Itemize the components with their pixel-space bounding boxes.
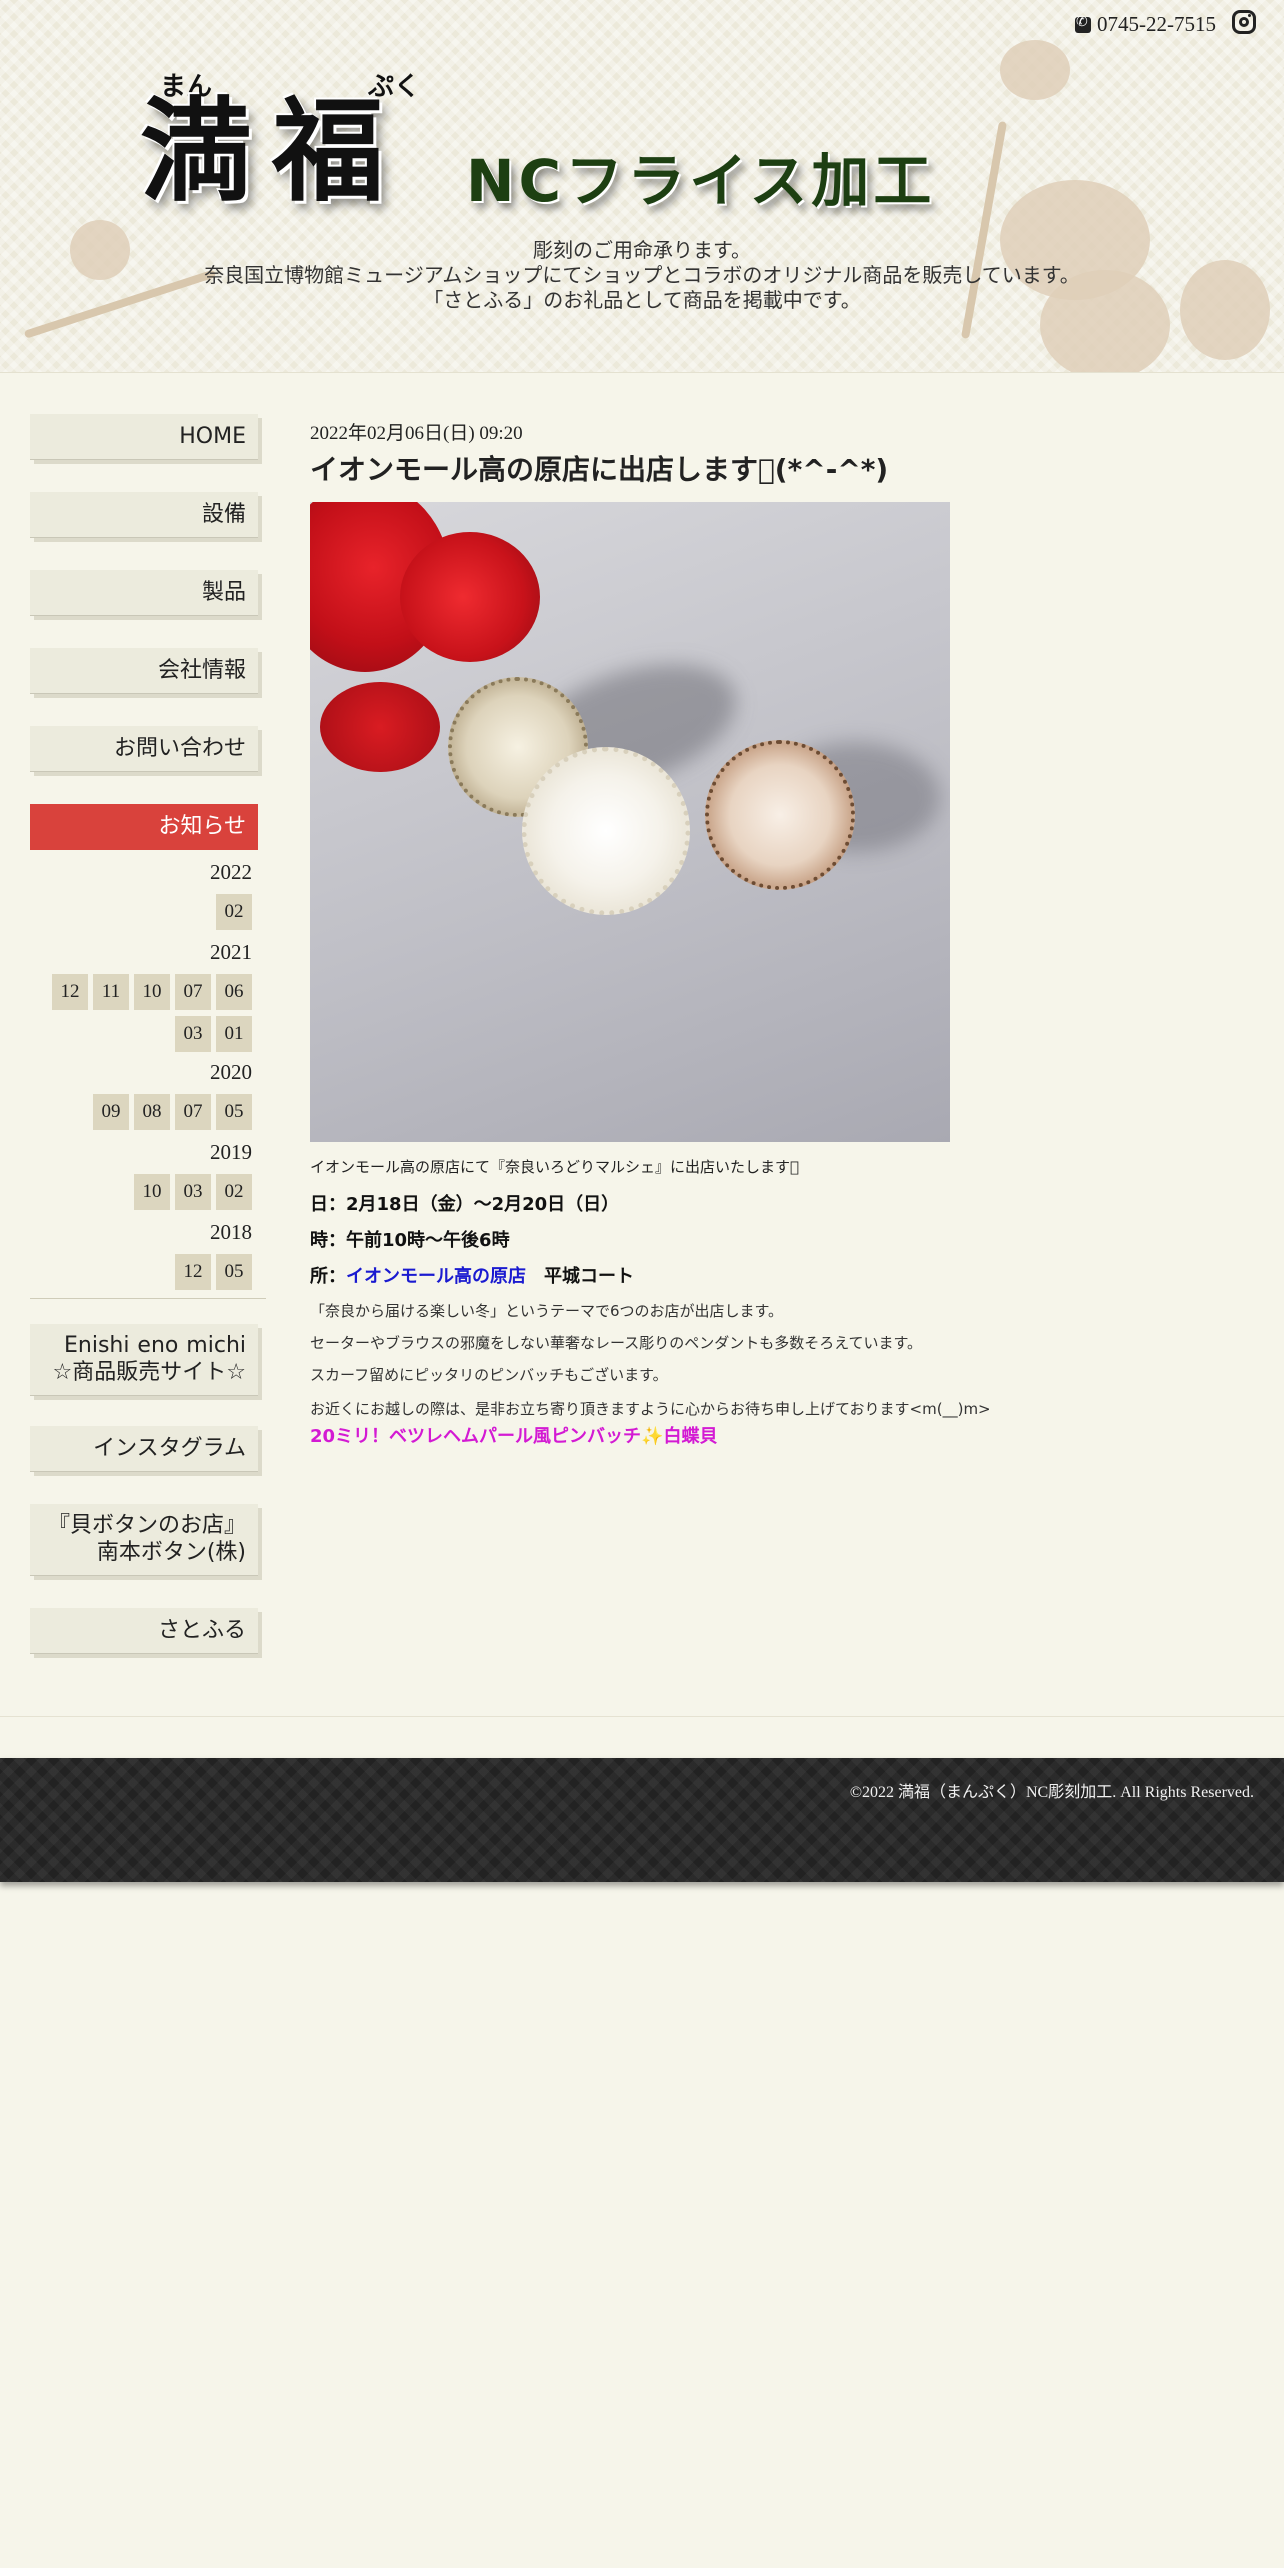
post-body-line: スカーフ留めにピッタリのピンバッチもございます。: [310, 1366, 668, 1384]
archive-month[interactable]: 12: [52, 974, 88, 1010]
nav-contact[interactable]: お問い合わせ: [30, 726, 258, 772]
link-minamimoto-button[interactable]: 『貝ボタンのお店』 南本ボタン(株): [30, 1504, 258, 1576]
post-body-line: 「奈良から届ける楽しい冬」というテーマで6つのお店が出店します。: [310, 1302, 784, 1320]
logo-main[interactable]: 満福: [140, 96, 404, 208]
phone-number[interactable]: 0745-22-7515: [1075, 12, 1216, 37]
archive-year: 2021: [210, 940, 252, 964]
event-time: 時：午前10時～午後6時: [310, 1226, 510, 1252]
tagline-line: 「さとふる」のお礼品として商品を掲載中です。: [423, 288, 861, 312]
event-date: 日：2月18日（金）～2月20日（日）: [310, 1190, 619, 1216]
site-header: 0745-22-7515 まん ぷく 満福 NCフライス加工 彫刻のご用命承りま…: [0, 0, 1284, 373]
event-time-value: 午前10時～午後6時: [346, 1230, 510, 1251]
instagram-icon[interactable]: [1232, 10, 1256, 34]
event-date-value: 2月18日（金）～2月20日（日）: [346, 1194, 620, 1215]
event-time-label: 時：: [310, 1230, 346, 1251]
event-date-label: 日：: [310, 1194, 346, 1215]
archive-month[interactable]: 02: [216, 894, 252, 930]
nav-home[interactable]: HOME: [30, 414, 258, 460]
archive-month[interactable]: 05: [216, 1254, 252, 1290]
archive-month[interactable]: 08: [134, 1094, 170, 1130]
link-minamimoto-line2: 南本ボタン(株): [96, 1540, 246, 1565]
event-place: 所：イオンモール高の原店 平城コート: [310, 1262, 634, 1288]
copyright: ©2022 満福（まんぷく）NC彫刻加工. All Rights Reserve…: [849, 1784, 1254, 1801]
pin-badge-image: [705, 740, 855, 890]
event-place-link[interactable]: イオンモール高の原店: [346, 1266, 526, 1287]
tagline-line: 奈良国立博物館ミュージアムショップにてショップとコラボのオリジナル商品を販売して…: [204, 263, 1080, 287]
tagline-line: 彫刻のご用命承ります。: [533, 238, 751, 262]
phone-text: 0745-22-7515: [1097, 12, 1216, 36]
archive-months: 03 01: [175, 1016, 252, 1052]
nav-equipment[interactable]: 設備: [30, 492, 258, 538]
archive-month[interactable]: 05: [216, 1094, 252, 1130]
archive-month[interactable]: 02: [216, 1174, 252, 1210]
archive-year: 2018: [210, 1220, 252, 1244]
post-date: 2022年02月06日(日) 09:20: [310, 423, 523, 444]
product-photo: [310, 502, 950, 1142]
pin-badge-image: [522, 747, 690, 915]
phone-icon: [1075, 14, 1091, 33]
link-enishi[interactable]: Enishi eno michi ☆商品販売サイト☆: [30, 1324, 258, 1396]
link-satofull[interactable]: さとふる: [30, 1608, 258, 1654]
nav-company[interactable]: 会社情報: [30, 648, 258, 694]
archive-month[interactable]: 01: [216, 1016, 252, 1052]
site-footer: ©2022 満福（まんぷく）NC彫刻加工. All Rights Reserve…: [0, 1758, 1284, 1882]
event-place-label: 所：: [310, 1266, 346, 1287]
archive-month[interactable]: 03: [175, 1016, 211, 1052]
archive-month[interactable]: 06: [216, 974, 252, 1010]
archive-month[interactable]: 10: [134, 974, 170, 1010]
nav-news[interactable]: お知らせ: [30, 804, 258, 850]
archive-year: 2019: [210, 1140, 252, 1164]
flower-decoration: [1000, 40, 1070, 100]
logo-subtitle: NCフライス加工: [466, 147, 936, 215]
post-body-line: お近くにお越しの際は、是非お立ち寄り頂きますように心からお待ち申し上げております…: [310, 1400, 991, 1418]
post-title: イオンモール高の原店に出店します (*^-^*): [310, 453, 889, 486]
archive-month[interactable]: 07: [175, 1094, 211, 1130]
archive-month[interactable]: 10: [134, 1174, 170, 1210]
sidebar-divider: [30, 1298, 266, 1299]
archive-month[interactable]: 09: [93, 1094, 129, 1130]
archive-year: 2022: [210, 860, 252, 884]
post-body-line: セーターやブラウスの邪魔をしない華奢なレース彫りのペンダントも多数そろえています…: [310, 1334, 923, 1352]
footer-divider: [0, 1716, 1284, 1717]
tagline: 彫刻のご用命承ります。 奈良国立博物館ミュージアムショップにてショップとコラボの…: [0, 238, 1284, 313]
archive-months: 09 08 07 05: [93, 1094, 252, 1130]
nav-products[interactable]: 製品: [30, 570, 258, 616]
rose-image: [400, 532, 540, 662]
archive-months: 12 11 10 07 06: [52, 974, 252, 1010]
post-caption: イオンモール高の原店にて『奈良いろどりマルシェ』に出店いたします : [310, 1158, 800, 1176]
archive-month[interactable]: 07: [175, 974, 211, 1010]
link-instagram[interactable]: インスタグラム: [30, 1426, 258, 1472]
archive-months: 02: [216, 894, 252, 930]
archive-month[interactable]: 12: [175, 1254, 211, 1290]
archive-year: 2020: [210, 1060, 252, 1084]
event-place-rest: 平城コート: [526, 1266, 634, 1287]
link-minamimoto-line1: 『貝ボタンのお店』: [47, 1513, 246, 1538]
link-enishi-line2: ☆商品販売サイト☆: [52, 1360, 246, 1385]
archive-month[interactable]: 03: [175, 1174, 211, 1210]
promo-link[interactable]: 20ミリ！ベツレヘムパール風ピンバッチ✨白蝶貝: [310, 1422, 717, 1448]
link-enishi-line1: Enishi eno michi: [64, 1333, 246, 1358]
archive-months: 10 03 02: [134, 1174, 252, 1210]
rose-image: [320, 682, 440, 772]
archive-months: 12 05: [175, 1254, 252, 1290]
archive-month[interactable]: 11: [93, 974, 129, 1010]
